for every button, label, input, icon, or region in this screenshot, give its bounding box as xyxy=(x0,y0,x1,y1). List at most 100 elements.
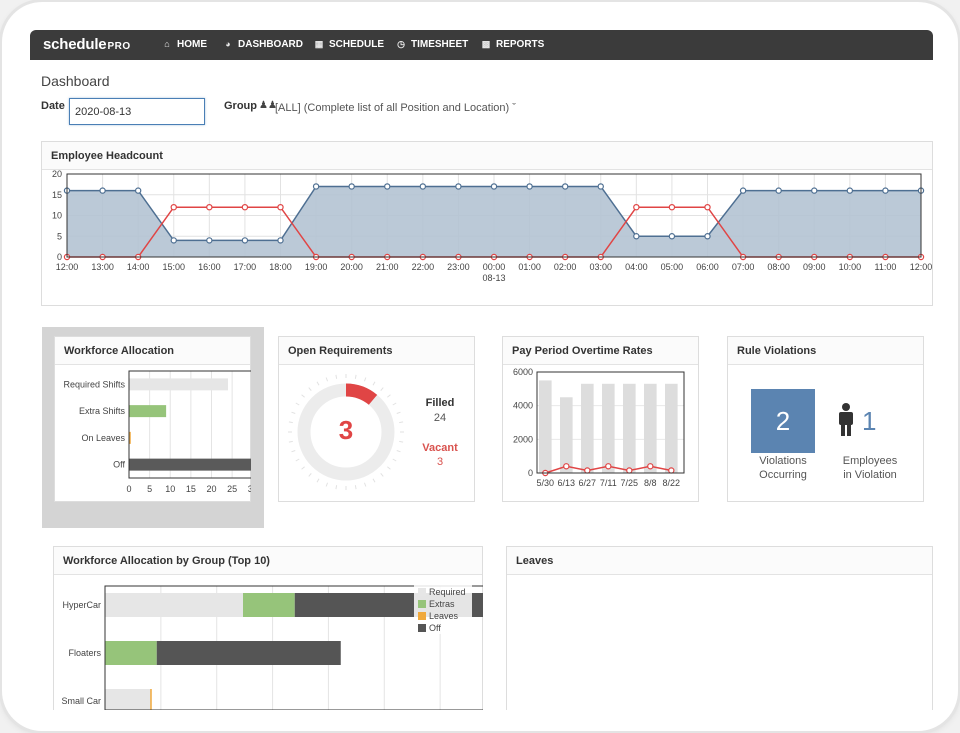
headcount-point xyxy=(134,187,142,194)
headcount-x-tick: 12:00 xyxy=(910,262,933,272)
allocation-category-label: Off xyxy=(113,460,125,470)
overtime-rate-point xyxy=(668,467,675,474)
page-title: Dashboard xyxy=(41,73,110,89)
group-legend-label: Leaves xyxy=(429,611,459,621)
headcount-x-tick: 19:00 xyxy=(305,262,328,272)
headcount-point xyxy=(455,183,462,190)
overtime-bar xyxy=(644,383,657,473)
allocation-bar xyxy=(129,405,167,418)
leaves-title: Leaves xyxy=(507,547,932,575)
date-input[interactable] xyxy=(69,98,205,125)
overtime-bar xyxy=(623,383,636,473)
headcount-x-tick: 23:00 xyxy=(447,262,470,272)
nav-timesheet[interactable]: ◷ TIMESHEET xyxy=(396,39,468,50)
headcount-x-tick: 15:00 xyxy=(162,262,185,272)
allocation-category-label: On Leaves xyxy=(81,433,125,443)
headcount-point xyxy=(99,187,106,194)
overtime-bar xyxy=(665,383,678,473)
filled-label: Filled xyxy=(425,397,455,409)
headcount-x-tick: 02:00 xyxy=(554,262,577,272)
overtime-chart: 0 2000 4000 6000 5/30 6/13 6/27 7/11 7/25 8/8 8/22 xyxy=(513,367,685,488)
donut-tick xyxy=(380,473,384,477)
open-requirements-count: 3 xyxy=(338,415,354,445)
headcount-y-tick: 0 xyxy=(57,252,62,262)
overtime-x-tick: 5/30 xyxy=(537,478,555,488)
allocation-category-label: Extra Shifts xyxy=(79,406,126,416)
open-positions-point xyxy=(206,204,213,211)
donut-tick xyxy=(354,485,357,490)
donut-tick xyxy=(363,377,367,382)
group-legend-swatch xyxy=(418,600,426,608)
overtime-rate-point xyxy=(584,467,591,474)
donut-tick xyxy=(387,394,391,398)
donut-tick xyxy=(291,411,296,415)
headcount-point xyxy=(348,183,355,190)
headcount-y-tick: 20 xyxy=(52,170,62,179)
employees-caption: Employees in Violation xyxy=(842,455,898,481)
headcount-point xyxy=(811,187,818,194)
donut-tick xyxy=(308,387,312,391)
group-bar-segment xyxy=(105,689,151,710)
headcount-x-tick: 22:00 xyxy=(412,262,435,272)
headcount-point xyxy=(775,187,782,194)
allocation-x-tick: 5 xyxy=(147,484,152,494)
overtime-y-tick: 2000 xyxy=(513,434,533,444)
nav-reports[interactable]: ▩ REPORTS xyxy=(481,39,545,50)
chevron-down-icon: ˇ xyxy=(512,102,516,114)
person-icon xyxy=(839,403,853,436)
group-bar-segment xyxy=(105,593,243,617)
group-category-label: HyperCar xyxy=(62,600,101,610)
overtime-y-tick: 4000 xyxy=(513,401,533,411)
overtime-rate-point xyxy=(605,463,612,470)
headcount-point xyxy=(312,183,320,190)
headcount-x-tick: 05:00 xyxy=(661,262,684,272)
group-legend-label: Off xyxy=(429,623,441,633)
rule-violations-title: Rule Violations xyxy=(728,337,923,365)
donut-tick xyxy=(387,466,391,470)
group-category-label: Floaters xyxy=(68,648,101,658)
headcount-area xyxy=(67,186,921,257)
dashboard-icon: ◕ xyxy=(225,39,231,49)
home-icon: ⌂ xyxy=(164,39,170,49)
group-legend-swatch xyxy=(418,624,426,632)
overtime-title: Pay Period Overtime Rates xyxy=(503,337,698,365)
violations-count-tile[interactable]: 2 xyxy=(751,389,815,453)
headcount-x-tick: 04:00 xyxy=(625,262,648,272)
date-label: Date xyxy=(41,100,65,112)
headcount-y-tick: 5 xyxy=(57,231,62,241)
nav-home[interactable]: ⌂ HOME xyxy=(162,39,207,50)
donut-tick xyxy=(308,473,312,477)
headcount-point xyxy=(597,183,604,190)
nav-schedule[interactable]: ▦ SCHEDULE xyxy=(314,39,384,50)
headcount-point xyxy=(561,183,569,190)
headcount-x-tick: 17:00 xyxy=(234,262,257,272)
allocation-bar xyxy=(129,378,228,391)
donut-tick xyxy=(301,466,305,470)
headcount-point xyxy=(277,237,284,244)
group-legend-label: Required xyxy=(429,587,466,597)
headcount-y-tick: 10 xyxy=(52,211,62,221)
donut-tick xyxy=(301,394,305,398)
donut-vacant-arc xyxy=(345,383,378,406)
overtime-bar xyxy=(581,383,594,473)
group-allocation-title: Workforce Allocation by Group (Top 10) xyxy=(54,547,482,575)
nav-dashboard[interactable]: ◕ DASHBOARD xyxy=(223,39,303,50)
headcount-x-tick: 12:00 xyxy=(56,262,79,272)
overtime-x-tick: 7/25 xyxy=(621,478,639,488)
headcount-x-tick: 06:00 xyxy=(696,262,719,272)
headcount-point xyxy=(668,233,676,240)
allocation-bar xyxy=(129,458,251,471)
app-logo[interactable]: schedulePRO xyxy=(43,36,131,53)
app-screen: schedulePRO ⌂ HOME ◕ DASHBOARD ▦ SCHEDULE ◷… xyxy=(30,30,933,710)
overtime-x-tick: 8/8 xyxy=(644,478,657,488)
allocation-x-tick: 25 xyxy=(227,484,237,494)
allocation-x-tick: 30 xyxy=(248,484,251,494)
open-positions-point xyxy=(668,204,676,211)
vacant-label: Vacant xyxy=(422,442,458,454)
headcount-x-sublabel: 08-13 xyxy=(482,273,505,283)
employees-in-violation-count[interactable]: 1 xyxy=(862,406,876,437)
overtime-rate-point xyxy=(647,463,654,470)
headcount-point xyxy=(206,237,213,244)
calendar-icon: ▦ xyxy=(314,39,324,49)
group-selector[interactable]: [ALL] (Complete list of all Position and… xyxy=(275,102,516,114)
